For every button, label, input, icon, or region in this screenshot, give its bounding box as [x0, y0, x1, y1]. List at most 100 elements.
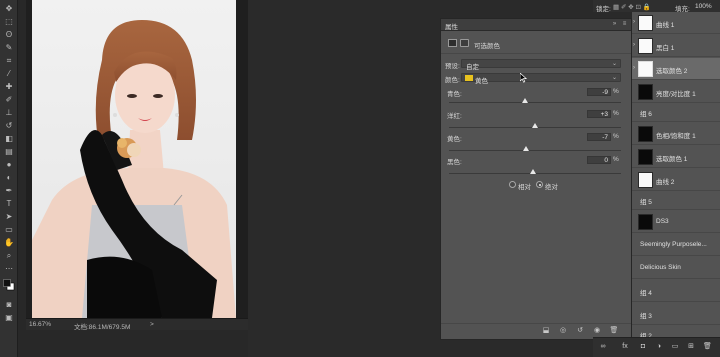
- link-icon[interactable]: ∞: [599, 343, 607, 351]
- view-previous-icon[interactable]: ◎: [558, 327, 568, 335]
- collapse-icon[interactable]: »: [611, 21, 618, 28]
- status-menu-arrow[interactable]: >: [150, 321, 154, 328]
- color-swatch: [465, 75, 473, 81]
- layer-name: 选取颜色 2: [656, 68, 688, 75]
- group-row[interactable]: 组 3: [632, 303, 720, 325]
- layer-row[interactable]: DS3: [632, 211, 720, 233]
- healing-icon[interactable]: ✚: [3, 82, 15, 92]
- fill-value[interactable]: 100%: [695, 3, 712, 10]
- group-row[interactable]: 组 6: [632, 104, 720, 122]
- colors-value: 黄色: [475, 78, 488, 85]
- magenta-label: 洋红:: [447, 113, 462, 120]
- marquee-icon[interactable]: ⬚: [3, 17, 15, 27]
- yellow-slider-thumb[interactable]: [523, 146, 529, 151]
- move-icon[interactable]: ✥: [3, 4, 15, 14]
- fx-icon[interactable]: fx: [621, 343, 629, 351]
- adjustment-layer-icon[interactable]: ◑: [655, 343, 663, 351]
- preset-dropdown[interactable]: 自定 ⌄: [461, 59, 621, 71]
- chevron-down-icon: ⌄: [611, 75, 617, 81]
- cyan-slider-thumb[interactable]: [522, 98, 528, 103]
- layer-mask-thumbnail: [638, 15, 653, 31]
- document-photo: [32, 0, 236, 318]
- gradient-icon[interactable]: ▤: [3, 147, 15, 157]
- layer-row[interactable]: 曲线 2: [632, 169, 720, 191]
- crop-icon[interactable]: ⌗: [3, 56, 15, 66]
- eye-icon[interactable]: ›: [633, 42, 635, 48]
- layer-row[interactable]: 色相/饱和度 1: [632, 123, 720, 145]
- eraser-icon[interactable]: ◧: [3, 134, 15, 144]
- layer-row[interactable]: 选取颜色 1: [632, 146, 720, 168]
- dodge-icon[interactable]: ◐: [3, 173, 15, 183]
- layer-name: 选取颜色 1: [656, 156, 688, 163]
- shape-icon[interactable]: ▭: [3, 225, 15, 235]
- group-name: 组 4: [640, 290, 652, 297]
- layer-row[interactable]: Seemingly Purposele...: [632, 234, 720, 256]
- properties-titlebar[interactable]: 属性 » ≡: [441, 19, 631, 31]
- screenmode-icon[interactable]: ▣: [3, 313, 15, 323]
- eye-icon[interactable]: ›: [633, 65, 635, 71]
- magenta-value-input[interactable]: +3: [587, 110, 611, 118]
- layer-row-selected[interactable]: › 选取颜色 2: [632, 58, 720, 80]
- layer-row[interactable]: 亮度/对比度 1: [632, 81, 720, 103]
- quickmask-icon[interactable]: ◙: [3, 300, 15, 310]
- doc-size: 文档:86.1M/679.5M: [74, 324, 131, 331]
- color-swatches-icon[interactable]: [3, 279, 15, 291]
- group-name: 组 6: [640, 111, 652, 118]
- yellow-slider-track[interactable]: [449, 150, 621, 151]
- layer-row[interactable]: Delicious Skin: [632, 257, 720, 279]
- document-window: 16.67% 文档:86.1M/679.5M >: [26, 0, 248, 331]
- eye-icon[interactable]: ›: [633, 19, 635, 25]
- relative-label: 相对: [518, 184, 531, 191]
- lock-icons[interactable]: ▦ ✐ ✥ ⊡ 🔒: [613, 3, 651, 11]
- colors-dropdown[interactable]: 黄色 ⌄: [461, 73, 621, 85]
- reset-icon[interactable]: ↺: [575, 327, 585, 335]
- lasso-icon[interactable]: ʘ: [3, 30, 15, 40]
- group-row[interactable]: 组 5: [632, 192, 720, 210]
- new-layer-icon[interactable]: ⊞: [687, 343, 695, 351]
- layer-row[interactable]: › 黑白 1: [632, 35, 720, 57]
- zoom-level[interactable]: 16.67%: [29, 321, 51, 328]
- path-select-icon[interactable]: ➤: [3, 212, 15, 222]
- delete-layer-icon[interactable]: 🗑: [703, 343, 712, 351]
- group-row[interactable]: 组 4: [632, 280, 720, 302]
- stamp-icon[interactable]: ⊥: [3, 108, 15, 118]
- black-value-input[interactable]: 0: [587, 156, 611, 164]
- yellow-value-input[interactable]: -7: [587, 133, 611, 141]
- history-brush-icon[interactable]: ↺: [3, 121, 15, 131]
- cyan-slider-track[interactable]: [449, 102, 621, 103]
- cyan-value-input[interactable]: -9: [587, 88, 611, 96]
- brush-icon[interactable]: ✐: [3, 95, 15, 105]
- layer-mask-thumbnail: [638, 61, 653, 77]
- add-mask-icon[interactable]: ◘: [639, 343, 647, 351]
- preset-label: 预设:: [445, 63, 460, 70]
- blur-icon[interactable]: ●: [3, 160, 15, 170]
- visibility-icon[interactable]: ◉: [592, 327, 602, 335]
- properties-panel: 属性 » ≡ 可选颜色 预设: 自定 ⌄ 颜色: 黄色 ⌄ 青色: -9 % 洋…: [440, 18, 632, 340]
- absolute-radio[interactable]: [536, 181, 543, 188]
- percent-unit: %: [613, 156, 619, 163]
- panel-menu-icon[interactable]: ≡: [621, 21, 628, 28]
- quick-select-icon[interactable]: ✎: [3, 43, 15, 53]
- preset-value: 自定: [466, 64, 479, 71]
- tools-panel: ✥ ⬚ ʘ ✎ ⌗ ⁄ ✚ ✐ ⊥ ↺ ◧ ▤ ● ◐ ✒ T ➤ ▭ ✋ ⌕ …: [0, 0, 18, 357]
- magenta-slider-thumb[interactable]: [532, 123, 538, 128]
- type-icon[interactable]: T: [3, 199, 15, 209]
- relative-radio[interactable]: [509, 181, 516, 188]
- mask-icon[interactable]: [460, 39, 469, 47]
- eyedropper-icon[interactable]: ⁄: [3, 69, 15, 79]
- percent-unit: %: [613, 133, 619, 140]
- pen-icon[interactable]: ✒: [3, 186, 15, 196]
- layer-mask-thumbnail: [638, 126, 653, 142]
- black-slider-thumb[interactable]: [530, 169, 536, 174]
- document-status-bar: 16.67% 文档:86.1M/679.5M >: [26, 318, 248, 331]
- zoom-icon[interactable]: ⌕: [3, 251, 15, 261]
- new-group-icon[interactable]: ▭: [671, 343, 679, 351]
- hand-icon[interactable]: ✋: [3, 238, 15, 248]
- layer-mask-thumbnail: [638, 84, 653, 100]
- more-icon[interactable]: ⋯: [3, 264, 15, 274]
- delete-icon[interactable]: 🗑: [609, 327, 619, 335]
- layer-row[interactable]: › 曲线 1: [632, 12, 720, 34]
- layers-header: 锁定: ▦ ✐ ✥ ⊡ 🔒 填充: 100%: [593, 0, 720, 13]
- clip-to-layer-icon[interactable]: ⬓: [541, 327, 551, 335]
- absolute-label: 绝对: [545, 184, 558, 191]
